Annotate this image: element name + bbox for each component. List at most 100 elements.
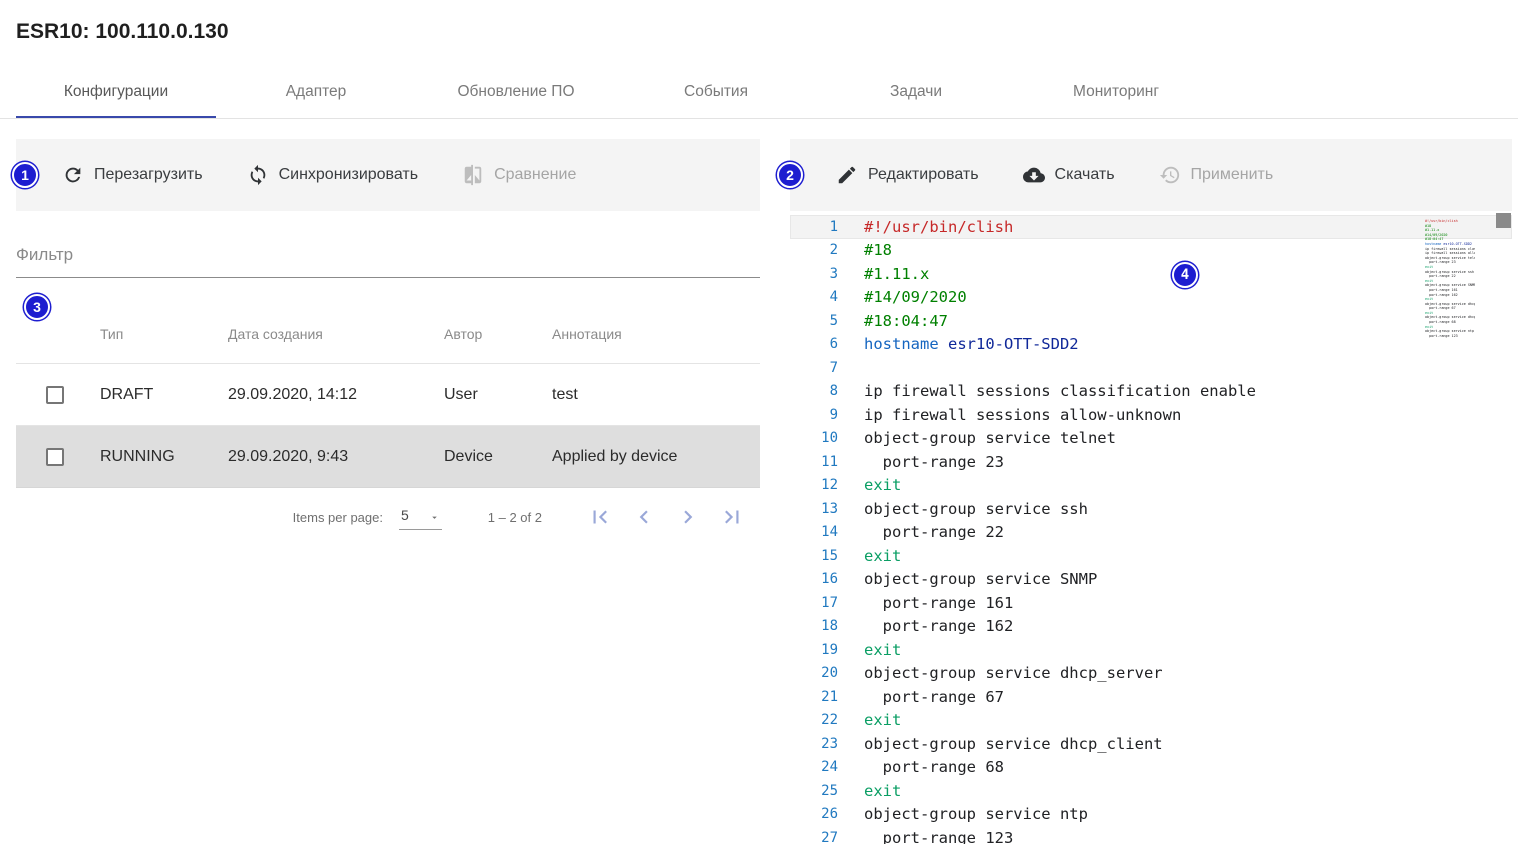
items-per-page-label: Items per page: [293,510,383,525]
tab-5[interactable]: Задачи [816,66,1016,118]
column-header-author: Автор [444,326,552,342]
tab-4[interactable]: События [616,66,816,118]
reload-button-label: Перезагрузить [94,166,203,184]
column-header-annotation: Аннотация [552,326,760,342]
tab-6[interactable]: Мониторинг [1016,66,1216,118]
code-line: 15 exit [790,544,1512,568]
code-line: 19exit [790,638,1512,662]
cell-annotation: Applied by device [552,448,760,466]
page-size-select[interactable]: 5 [399,505,442,530]
code-line: 3#1.11.x [790,262,1512,286]
table-row[interactable]: DRAFT29.09.2020, 14:12Usertest [16,364,760,426]
editor-minimap[interactable]: #!/usr/bin/clish#18#1.11.x#14/09/2020#18… [1425,219,1475,338]
code-text: exit [864,711,901,729]
config-editor-panel: 2 Редактировать Скачать [790,139,1512,844]
compare-button-label: Сравнение [494,166,576,184]
code-line: 8ip firewall sessions classification ena… [790,380,1512,404]
reload-button[interactable]: Перезагрузить [62,164,203,186]
chevron-left-icon [631,504,657,530]
line-number: 25 [790,783,838,799]
first-page-icon [587,504,613,530]
code-text: #1.11.x [864,265,929,283]
code-text: exit [864,547,901,565]
cell-author: Device [444,448,552,466]
cell-author: User [444,386,552,404]
last-page-button[interactable] [710,495,754,539]
tab-3[interactable]: Обновление ПО [416,66,616,118]
code-line: 16 object-group service SNMP [790,568,1512,592]
first-page-button[interactable] [578,495,622,539]
code-line: 5 #18:04:47 [790,309,1512,333]
apply-button-label: Применить [1191,166,1274,184]
code-text: ip firewall sessions allow-unknown [864,406,1181,424]
line-number: 13 [790,501,838,517]
refresh-icon [62,164,84,186]
page-title: ESR10: 100.110.0.130 [0,0,1518,56]
code-text: #18:04:47 [864,312,948,330]
compare-button[interactable]: Сравнение [462,164,576,186]
cell-type: DRAFT [100,386,228,404]
config-editor[interactable]: 1#!/usr/bin/clish2#183#1.11.x4#14/09/202… [790,213,1512,844]
row-checkbox[interactable] [46,386,64,404]
download-button[interactable]: Скачать [1023,164,1115,186]
line-number: 27 [790,830,838,844]
line-number: 8 [790,383,838,399]
next-page-button[interactable] [666,495,710,539]
code-text: port-range 123 [864,829,1013,844]
line-number: 14 [790,524,838,540]
code-line: 24 port-range 68 [790,756,1512,780]
tab-bar: КонфигурацииАдаптерОбновление ПОСобытияЗ… [0,66,1518,119]
code-text: port-range 161 [864,594,1013,612]
code-text: object-group service dhcp_client [864,735,1163,753]
callout-4: 4 [1172,262,1198,288]
apply-button[interactable]: Применить [1159,164,1274,186]
line-number: 19 [790,642,838,658]
line-number: 10 [790,430,838,446]
page-size-value: 5 [401,507,409,523]
prev-page-button[interactable] [622,495,666,539]
paginator-range: 1 – 2 of 2 [488,510,542,525]
code-text: port-range 67 [864,688,1004,706]
code-line: 1#!/usr/bin/clish [790,215,1512,239]
line-number: 20 [790,665,838,681]
cell-created: 29.09.2020, 14:12 [228,386,444,404]
line-number: 21 [790,689,838,705]
code-text: object-group service SNMP [864,570,1097,588]
sync-button-label: Синхронизировать [279,166,419,184]
code-text: hostname esr10-OTT-SDD2 [864,335,1079,353]
tab-1[interactable]: Конфигурации [16,66,216,118]
line-number: 15 [790,548,838,564]
callout-3: 3 [24,294,50,320]
code-text: port-range 162 [864,617,1013,635]
editor-scrollbar-thumb[interactable] [1496,213,1511,228]
code-line: 12exit [790,474,1512,498]
code-text: #!/usr/bin/clish [864,218,1013,236]
tab-2[interactable]: Адаптер [216,66,416,118]
config-table: 3 Тип Дата создания Автор Аннотация DRAF… [16,304,760,546]
minimap-line: port-range 123 [1425,334,1475,339]
edit-button[interactable]: Редактировать [836,164,979,186]
cell-type: RUNNING [100,448,228,466]
row-checkbox-cell [16,448,100,466]
row-checkbox[interactable] [46,448,64,466]
table-header-row: Тип Дата создания Автор Аннотация [16,304,760,364]
code-text: #18 [864,241,892,259]
code-line: 27 port-range 123 [790,826,1512,844]
table-row[interactable]: RUNNING29.09.2020, 9:43DeviceApplied by … [16,426,760,488]
code-text: port-range 23 [864,453,1004,471]
pencil-icon [836,164,858,186]
line-number: 7 [790,360,838,376]
config-list-panel: 1 Перезагрузить Синхронизировать [16,139,760,844]
sync-button[interactable]: Синхронизировать [247,164,419,186]
line-number: 16 [790,571,838,587]
filter-input[interactable] [16,237,760,278]
line-number: 5 [790,313,838,329]
compare-icon [462,164,484,186]
line-number: 17 [790,595,838,611]
history-clock-icon [1159,164,1181,186]
cloud-download-icon [1023,164,1045,186]
last-page-icon [719,504,745,530]
code-text: object-group service telnet [864,429,1116,447]
callout-2: 2 [777,162,803,188]
line-number: 4 [790,289,838,305]
